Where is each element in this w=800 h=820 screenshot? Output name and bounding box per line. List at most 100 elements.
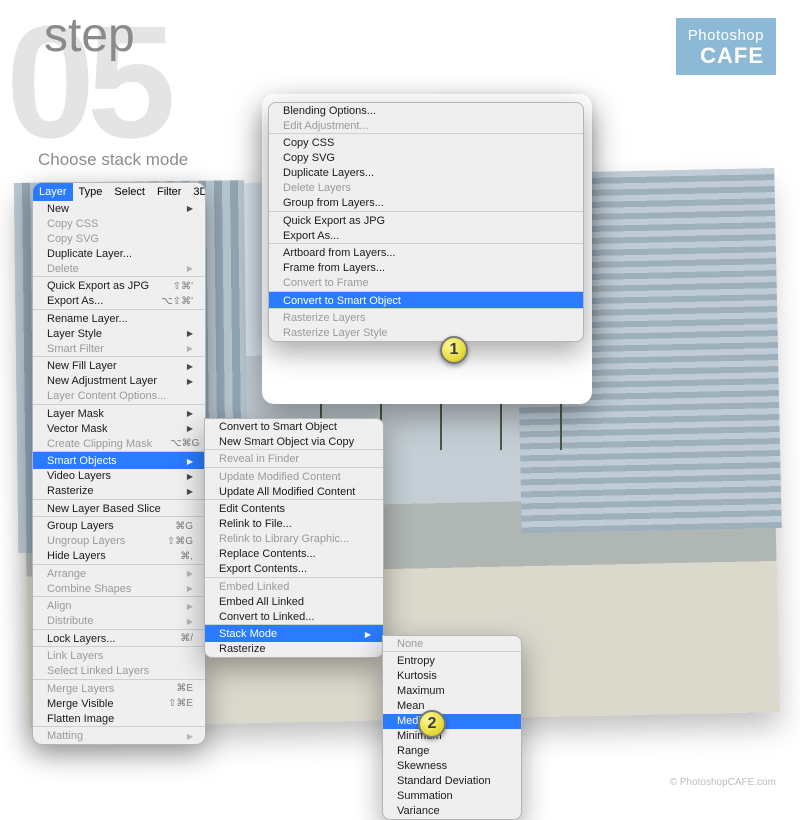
menu-item-label: Blending Options... [283, 105, 376, 117]
smart-objects-item[interactable]: Stack Mode [205, 624, 383, 642]
stack-mode-item[interactable]: Range [383, 744, 521, 759]
menu-item-label: Relink to File... [219, 518, 292, 530]
stack-mode-item[interactable]: Variance [383, 804, 521, 819]
menu-item-label: Link Layers [47, 650, 103, 662]
menu-item-label: Summation [397, 790, 453, 802]
menu-bar-item[interactable]: Layer [33, 183, 73, 201]
menu-bar-item[interactable]: 3D [187, 183, 206, 201]
menu-item-label: Convert to Frame [283, 277, 369, 289]
stack-mode-item[interactable]: Minimum [383, 729, 521, 744]
stack-mode-item[interactable]: Summation [383, 789, 521, 804]
context-menu-item[interactable]: Export As... [269, 228, 583, 243]
menu-item-label: Replace Contents... [219, 548, 316, 560]
menu-item-label: Convert to Linked... [219, 611, 314, 623]
layer-menu-item: Layer Content Options... [33, 389, 205, 404]
menu-item-label: Rasterize [219, 643, 265, 655]
menu-item-label: Lock Layers... [47, 633, 115, 645]
smart-objects-item[interactable]: Convert to Linked... [205, 609, 383, 624]
layer-menu-item[interactable]: New Layer Based Slice [33, 499, 205, 517]
stack-mode-item[interactable]: Entropy [383, 651, 521, 669]
stack-mode-submenu: NoneEntropyKurtosisMaximumMean MedianMini… [382, 635, 522, 820]
layer-menu-item[interactable]: Rasterize [33, 484, 205, 499]
layer-menu-item[interactable]: Export As...⌥⇧⌘' [33, 294, 205, 309]
menu-item-label: Embed All Linked [219, 596, 304, 608]
menu-item-label: Smart Objects [47, 455, 117, 467]
layer-menu-item[interactable]: Group Layers⌘G [33, 516, 205, 534]
smart-objects-item[interactable]: Export Contents... [205, 562, 383, 577]
context-menu-item[interactable]: Convert to Smart Object [269, 291, 583, 309]
menu-bar-item[interactable]: Select [108, 183, 151, 201]
menu-item-label: New Smart Object via Copy [219, 436, 354, 448]
stack-mode-item[interactable]: Kurtosis [383, 669, 521, 684]
stack-mode-item[interactable]: Standard Deviation [383, 774, 521, 789]
menu-item-label: Delete Layers [283, 182, 351, 194]
smart-objects-submenu: Convert to Smart Object New Smart Object … [204, 418, 384, 658]
menu-item-label: Convert to Smart Object [283, 295, 401, 307]
menu-item-label: Duplicate Layers... [283, 167, 374, 179]
menu-item-label: Align [47, 600, 71, 612]
context-menu-item: Rasterize Layers [269, 308, 583, 326]
menu-item-label: Copy SVG [47, 233, 99, 245]
layer-menu-item[interactable]: Smart Objects [33, 451, 205, 469]
stack-mode-item[interactable]: Maximum [383, 684, 521, 699]
menu-item-shortcut: ⇧⌘G [149, 536, 193, 547]
smart-objects-item[interactable]: Relink to File... [205, 517, 383, 532]
menu-item-label: New Adjustment Layer [47, 375, 157, 387]
context-menu-item[interactable]: Copy CSS [269, 133, 583, 151]
layer-menu-item[interactable]: New Adjustment Layer [33, 374, 205, 389]
smart-objects-item[interactable]: Edit Contents [205, 499, 383, 517]
smart-objects-item: Embed Linked [205, 577, 383, 595]
menu-item-label: Quick Export as JPG [47, 280, 149, 292]
context-menu-item[interactable]: Copy SVG [269, 151, 583, 166]
smart-objects-item[interactable]: Update All Modified Content [205, 484, 383, 499]
layer-menu-item[interactable]: Layer Mask [33, 404, 205, 422]
menu-item-label: Mean [397, 700, 425, 712]
context-menu-item[interactable]: Group from Layers... [269, 196, 583, 211]
layer-menu-item[interactable]: Lock Layers...⌘/ [33, 629, 205, 647]
smart-objects-item[interactable]: New Smart Object via Copy [205, 434, 383, 449]
menu-item-label: Layer Content Options... [47, 390, 166, 402]
brand-line2: CAFE [688, 44, 764, 67]
menu-item-label: Select Linked Layers [47, 665, 149, 677]
menu-item-label: Skewness [397, 760, 447, 772]
footer-credit: © PhotoshopCAFE.com [670, 777, 776, 788]
layer-menu-item[interactable]: Video Layers [33, 469, 205, 484]
layer-menu-item[interactable]: New Fill Layer [33, 356, 205, 374]
context-menu-item[interactable]: Quick Export as JPG [269, 211, 583, 229]
stack-mode-item[interactable]: Mean [383, 699, 521, 714]
context-menu-item[interactable]: Artboard from Layers... [269, 243, 583, 261]
layer-menu-item[interactable]: Hide Layers⌘, [33, 549, 205, 564]
layer-menu-item[interactable]: Flatten Image [33, 711, 205, 726]
context-menu-item[interactable]: Blending Options... [269, 103, 583, 118]
stack-mode-item: None [383, 636, 521, 651]
layer-menu-item[interactable]: Rename Layer... [33, 309, 205, 327]
layer-menu-item[interactable]: Vector Mask [33, 421, 205, 436]
smart-objects-item[interactable]: Replace Contents... [205, 547, 383, 562]
brand-line1: Photoshop [688, 28, 764, 44]
layer-menu-item[interactable]: Merge Visible⇧⌘E [33, 696, 205, 711]
step-subtitle: Choose stack mode [38, 150, 188, 170]
layer-menu-item[interactable]: New [33, 201, 205, 216]
layer-menu-item[interactable]: Layer Style [33, 326, 205, 341]
menu-item-label: Edit Adjustment... [283, 120, 369, 132]
layer-menu-item[interactable]: Quick Export as JPG⇧⌘' [33, 276, 205, 294]
menu-item-shortcut: ⌘, [162, 551, 193, 562]
menu-bar-item[interactable]: Type [73, 183, 109, 201]
menu-bar-item[interactable]: Filter [151, 183, 187, 201]
context-menu-item[interactable]: Duplicate Layers... [269, 166, 583, 181]
stack-mode-item[interactable]: Skewness [383, 759, 521, 774]
smart-objects-item[interactable]: Convert to Smart Object [205, 419, 383, 434]
smart-objects-item[interactable]: Rasterize [205, 642, 383, 657]
stack-mode-item[interactable]: Median [383, 714, 521, 729]
menu-item-label: Rasterize [47, 485, 93, 497]
smart-objects-item[interactable]: Embed All Linked [205, 594, 383, 609]
layer-menu-item: Combine Shapes [33, 581, 205, 596]
menu-item-shortcut: ⌥⌘G [152, 438, 199, 449]
layer-menu-item[interactable]: Duplicate Layer... [33, 246, 205, 261]
context-menu-item[interactable]: Frame from Layers... [269, 261, 583, 276]
menu-item-label: Combine Shapes [47, 583, 131, 595]
menu-item-label: Export Contents... [219, 563, 307, 575]
smart-objects-item: Relink to Library Graphic... [205, 532, 383, 547]
context-menu-item: Edit Adjustment... [269, 118, 583, 133]
layer-menu-item: Create Clipping Mask⌥⌘G [33, 436, 205, 451]
